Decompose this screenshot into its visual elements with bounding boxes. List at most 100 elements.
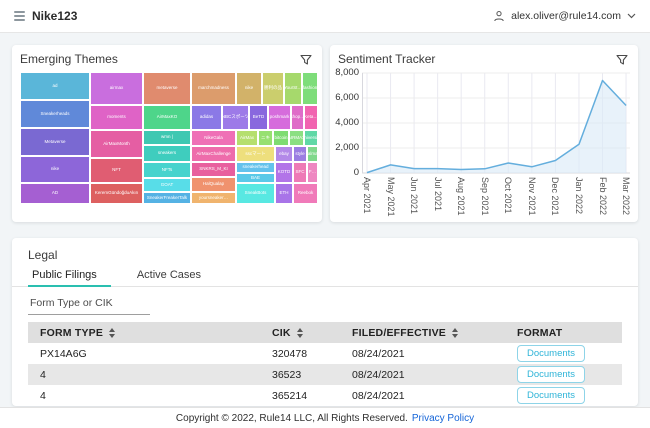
filed-effective-cell: 08/24/2021 <box>340 390 505 402</box>
treemap-tile-nft[interactable]: NFT <box>90 158 143 183</box>
x-axis-label: Feb 2022 <box>598 177 608 215</box>
treemap-tile-keremg-ndo-duak-n[interactable]: KeremGündoğduAkın <box>90 183 143 204</box>
y-axis-label: 8,000 <box>335 67 359 78</box>
treemap-tile-metaverse[interactable]: metaverse <box>143 72 191 105</box>
treemap-tile-walmart[interactable]: walmart <box>307 146 318 162</box>
user-email: alex.oliver@rule14.com <box>511 10 621 22</box>
treemap-tile-snkrs-m-ki[interactable]: SNKRS_M_KI <box>191 162 236 177</box>
treemap-tile-moments[interactable]: moments <box>90 105 143 130</box>
treemap-tile-bae[interactable]: BAE <box>236 173 275 183</box>
emerging-themes-title: Emerging Themes <box>20 52 118 66</box>
tab-public-filings[interactable]: Public Filings <box>28 266 111 286</box>
treemap-tile-yourst[interactable]: YourSt… <box>284 72 302 105</box>
treemap-tile-nike[interactable]: nike <box>20 156 90 183</box>
page-footer: Copyright © 2022, Rule14 LLC, All Rights… <box>0 407 650 428</box>
form-type-cell: 4 <box>28 369 260 381</box>
treemap-tile-nfts[interactable]: NFTs <box>143 162 191 178</box>
x-axis-label: Jul 2021 <box>433 177 443 211</box>
treemap-tile-nikegala[interactable]: NikeGala <box>191 130 236 146</box>
filed-effective-cell: 08/24/2021 <box>340 369 505 381</box>
treemap-tile-tile[interactable]: ニキ <box>258 130 273 146</box>
treemap-tile-f[interactable]: F… <box>307 162 318 183</box>
filings-table: FORM TYPE CIKFILED/EFFECTIVE FORMAT PX14A6G… <box>28 322 622 406</box>
treemap-tile-airmaxko[interactable]: AirMaxKO <box>143 105 191 130</box>
documents-button[interactable]: Documents <box>517 345 585 362</box>
treemap-tile-airmaxmonth[interactable]: AirMaxMonth <box>90 130 143 158</box>
treemap-tile-marchmadness[interactable]: marchmadness <box>191 72 236 105</box>
treemap-tile-shop[interactable]: shop… <box>291 105 304 130</box>
column-header-cik[interactable]: CIK <box>260 327 340 339</box>
treemap-tile-nike[interactable]: nike <box>236 72 262 105</box>
treemap-tile-airmax[interactable]: AirMax <box>236 130 258 146</box>
copyright-text: Copyright © 2022, Rule14 LLC, All Rights… <box>176 413 408 424</box>
treemap-tile-university[interactable]: University <box>304 130 318 146</box>
treemap: adSneakerheadsMetaversenikeADairmaxmomen… <box>20 72 318 204</box>
treemap-tile-sneakers[interactable]: sneakers <box>143 145 191 162</box>
treemap-tile-poshmark[interactable]: poshmark <box>268 105 291 130</box>
treemap-tile-sneakerheads[interactable]: Sneakerheads <box>20 100 90 128</box>
chevron-down-icon <box>627 13 636 19</box>
treemap-tile-kotd[interactable]: KOTD <box>275 162 293 183</box>
treemap-tile-sneakbots[interactable]: SneakBots <box>236 183 275 204</box>
treemap-tile-yoursneaker[interactable]: yoursneaker… <box>191 192 236 204</box>
cik-cell: 365214 <box>260 390 340 402</box>
column-header-filed-effective[interactable]: FILED/EFFECTIVE <box>340 327 505 339</box>
privacy-policy-link[interactable]: Privacy Policy <box>412 413 474 424</box>
treemap-tile-goat[interactable]: GOAT <box>143 178 191 192</box>
y-axis-label: 2,000 <box>335 142 359 153</box>
sort-icon[interactable] <box>452 328 458 338</box>
y-axis-label: 0 <box>354 167 359 178</box>
column-label: FORMAT <box>517 327 562 339</box>
treemap-tile-ad[interactable]: ad <box>20 72 90 100</box>
treemap-tile-airmaxchallenge[interactable]: AirMaxChallenge <box>191 146 236 162</box>
treemap-tile-airmax[interactable]: AIRMAX <box>289 130 304 146</box>
sort-icon[interactable] <box>109 328 115 338</box>
column-header-form-type[interactable]: FORM TYPE <box>28 327 260 339</box>
treemap-tile-wmn[interactable]: wmn | <box>143 130 191 145</box>
treemap-tile-betd[interactable]: BeTD <box>249 105 268 130</box>
treemap-tile-eth[interactable]: ETH <box>275 183 293 204</box>
sort-icon[interactable] <box>297 328 303 338</box>
treemap-tile-sneakerfreakertalk[interactable]: SneakerFreakerTalk <box>143 192 191 204</box>
treemap-tile-adidas[interactable]: adidas <box>191 105 222 130</box>
filed-effective-cell: 08/24/2021 <box>340 348 505 360</box>
treemap-tile-fashion[interactable]: fashion <box>302 72 318 105</box>
table-header-row: FORM TYPE CIKFILED/EFFECTIVE FORMAT <box>28 322 622 343</box>
sentiment-tracker-card: Sentiment Tracker 8,0006,0004,0002,0000 … <box>330 45 638 222</box>
filter-icon[interactable] <box>615 53 629 67</box>
filter-icon[interactable] <box>299 53 313 67</box>
treemap-tile-sneakerhead[interactable]: sneakerhead <box>236 162 275 173</box>
format-cell: Documents <box>505 345 622 362</box>
treemap-tile-keta[interactable]: Keta… <box>304 105 318 130</box>
emerging-themes-card: Emerging Themes adSneakerheadsMetaversen… <box>12 45 322 222</box>
treemap-tile-bitcoin[interactable]: bitcoin <box>273 130 289 146</box>
legal-tabs: Public Filings Active Cases <box>12 266 638 287</box>
brand-title: Nike123 <box>32 9 77 23</box>
treemap-tile-ebay[interactable]: ebay <box>275 146 293 162</box>
table-row: 43652308/24/2021Documents <box>28 364 622 385</box>
treemap-tile-halqualap[interactable]: HalQualap <box>191 177 236 192</box>
x-axis-label: Mar 2022 <box>621 177 631 215</box>
treemap-tile-sfc[interactable]: SFC <box>293 162 307 183</box>
x-axis-label: Sep 2021 <box>480 177 490 216</box>
x-axis-label: Jan 2022 <box>574 177 584 214</box>
user-menu[interactable]: alex.oliver@rule14.com <box>493 10 636 22</box>
treemap-tile-tile[interactable]: 勝利の品 <box>262 72 284 105</box>
treemap-tile-metaverse[interactable]: Metaverse <box>20 128 90 156</box>
treemap-tile-ssc[interactable]: sscマート <box>236 146 275 162</box>
user-icon <box>493 10 505 22</box>
column-label: FORM TYPE <box>40 327 103 339</box>
documents-button[interactable]: Documents <box>517 387 585 404</box>
treemap-tile-reebok[interactable]: Reebok <box>293 183 318 204</box>
tab-active-cases[interactable]: Active Cases <box>133 266 215 286</box>
documents-button[interactable]: Documents <box>517 366 585 383</box>
treemap-tile-airmax[interactable]: airmax <box>90 72 143 105</box>
form-type-cell: 4 <box>28 390 260 402</box>
form-type-cell: PX14A6G <box>28 348 260 360</box>
form-type-cik-input[interactable] <box>28 294 150 315</box>
legal-card: Legal Public FilingsActive Cases FORM TY… <box>12 238 638 406</box>
treemap-tile-style[interactable]: style <box>293 146 307 162</box>
menu-icon[interactable] <box>14 11 25 21</box>
treemap-tile-nbc[interactable]: NBCスポーツ <box>222 105 249 130</box>
treemap-tile-ad[interactable]: AD <box>20 183 90 204</box>
